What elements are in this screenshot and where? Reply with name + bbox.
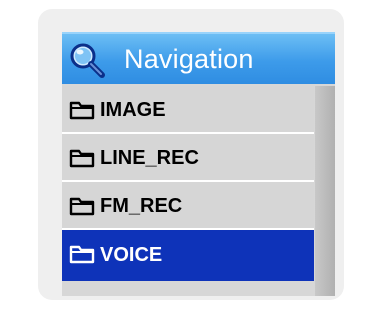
list-item-voice[interactable]: VOICE [62,230,314,281]
title-bar: Navigation [62,32,335,84]
folder-icon [69,197,95,216]
scrollbar-thumb[interactable] [315,86,335,296]
list-item-label: VOICE [100,244,163,266]
list-item-label: IMAGE [100,99,166,121]
list-item-image[interactable]: IMAGE [62,86,314,134]
magnifier-icon [70,43,105,78]
list-item-line-rec[interactable]: LINE_REC [62,134,314,182]
folder-icon [69,149,95,168]
scrollbar[interactable] [315,86,335,296]
navigation-screen: Navigation IMAGE LINE_REC FM_REC VOICE [62,32,335,296]
page-title: Navigation [124,44,254,74]
folder-icon [69,245,95,264]
list-item-label: FM_REC [100,195,183,217]
folder-icon [69,101,95,120]
list-item-fm-rec[interactable]: FM_REC [62,182,314,230]
folder-list: IMAGE LINE_REC FM_REC VOICE [62,86,314,281]
list-item-label: LINE_REC [100,147,199,169]
